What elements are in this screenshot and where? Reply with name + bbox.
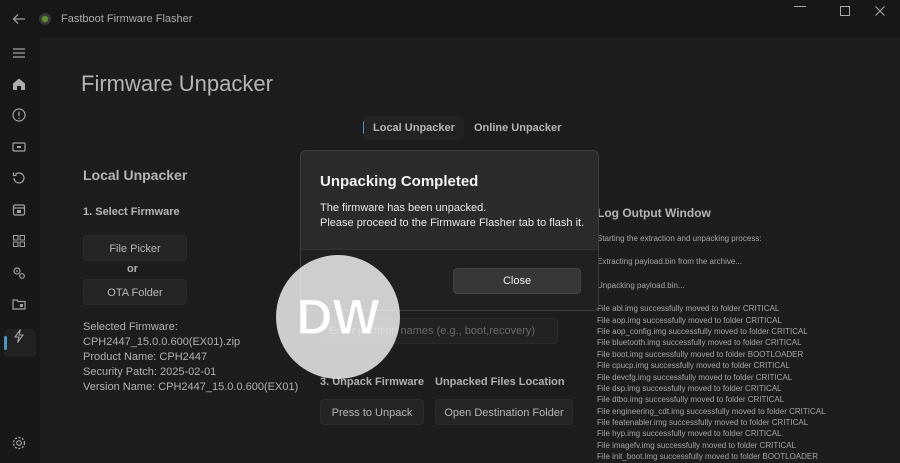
- close-button[interactable]: Close: [453, 268, 581, 294]
- dialog-message-line2: Please proceed to the Firmware Flasher t…: [320, 217, 585, 229]
- dw-watermark-logo: DW: [273, 252, 403, 382]
- dialog-message-line1: The firmware has been unpacked.: [320, 202, 487, 214]
- dialog-title: Unpacking Completed: [320, 173, 479, 190]
- watermark-text: DW: [296, 289, 380, 345]
